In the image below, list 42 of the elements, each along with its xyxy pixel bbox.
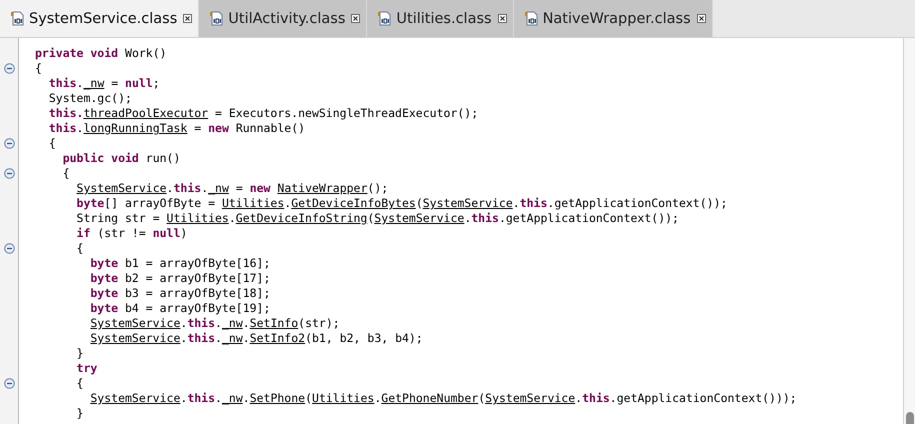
code-line: SystemService.this._nw.SetInfo2(b1, b2, b3, b4);	[90, 331, 423, 346]
code-line: private void Work()	[35, 46, 167, 61]
code-line: this.longRunningTask = new Runnable()	[48, 121, 306, 136]
code-line: this.threadPoolExecutor = Executors.newSingleThreadExecutor();	[48, 106, 478, 121]
code-line: {	[62, 166, 70, 181]
code-line: String str = Utilities.GetDeviceInfoString(SystemService.this.getApplicationContext());	[76, 211, 679, 226]
code-line: }	[76, 346, 84, 361]
code-line: {	[35, 61, 42, 76]
editor-tab[interactable]: NativeWrapper.class	[514, 0, 713, 37]
code-line: byte b2 = arrayOfByte[17];	[90, 271, 270, 286]
editor-tab[interactable]: Utilities.class	[367, 0, 514, 37]
code-line: public void run()	[62, 151, 180, 166]
collapse-icon[interactable]	[4, 168, 15, 179]
close-icon[interactable]	[351, 14, 360, 23]
class-file-icon	[378, 11, 392, 26]
class-file-icon	[524, 11, 539, 26]
code-line: byte b4 = arrayOfByte[19];	[90, 301, 270, 316]
code-line: byte b1 = arrayOfByte[16];	[90, 256, 270, 271]
collapse-icon[interactable]	[4, 138, 15, 149]
code-line: SystemService.this._nw = new NativeWrapper();	[76, 181, 388, 196]
close-icon[interactable]	[696, 14, 706, 23]
close-icon[interactable]	[183, 14, 192, 23]
code-line: {	[48, 136, 56, 151]
code-line: if (str != null)	[76, 226, 188, 241]
class-file-icon	[210, 11, 224, 26]
code-line: System.gc();	[48, 91, 132, 106]
class-file-icon	[11, 11, 25, 26]
collapse-icon[interactable]	[4, 63, 15, 74]
editor-tab[interactable]: UtilActivity.class	[199, 0, 368, 37]
code-line: byte[] arrayOfByte = Utilities.GetDeviceInfoBytes(SystemService.this.getApplicationContext());	[76, 196, 728, 211]
code-line: this._nw = null;	[48, 76, 160, 91]
collapse-icon[interactable]	[4, 243, 15, 254]
code-line: byte b3 = arrayOfByte[18];	[90, 286, 270, 301]
code-line: SystemService.this._nw.SetInfo(str);	[90, 316, 340, 331]
close-icon[interactable]	[498, 14, 507, 23]
collapse-icon[interactable]	[4, 378, 15, 389]
code-line: }	[76, 406, 84, 421]
code-line: try	[76, 361, 98, 376]
code-line: {	[76, 376, 84, 391]
code-line: {	[76, 241, 84, 256]
editor-tab[interactable]: SystemService.class	[0, 0, 200, 37]
code-line: SystemService.this._nw.SetPhone(Utilities.GetPhoneNumber(SystemService.this.getApplicationContext()));	[90, 391, 797, 406]
